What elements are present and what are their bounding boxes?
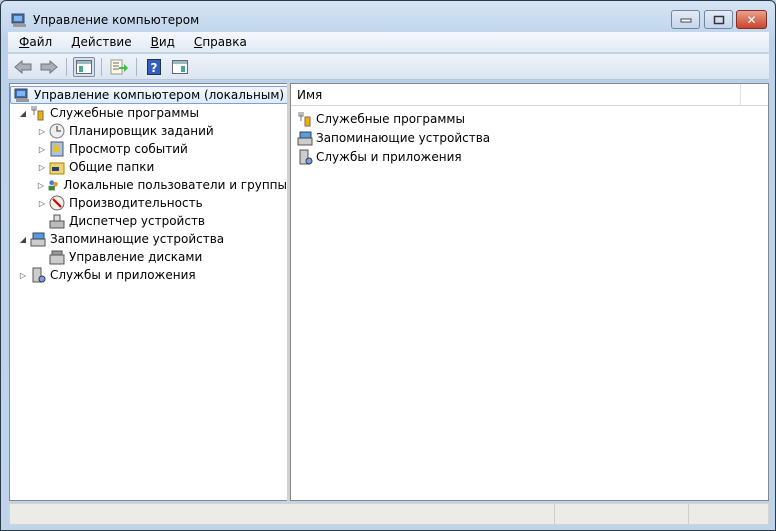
- tree-node[interactable]: ▷ Просмотр событий: [10, 140, 287, 158]
- title-bar: Управление компьютером: [11, 10, 199, 30]
- tree-node[interactable]: ◢ Запоминающие устройства: [10, 230, 287, 248]
- tree-node[interactable]: ▷ Службы и приложения: [10, 266, 287, 284]
- storage-icon: [297, 131, 313, 145]
- column-header-row: Имя: [291, 84, 768, 106]
- menu-view[interactable]: Вид: [151, 35, 175, 49]
- maximize-button[interactable]: [704, 10, 733, 29]
- column-header-name[interactable]: Имя: [291, 84, 741, 105]
- computer-management-icon: [11, 13, 26, 27]
- expand-arrow-icon[interactable]: ▷: [37, 199, 47, 208]
- status-section: [10, 504, 555, 524]
- tree-node-label: Общие папки: [69, 160, 155, 174]
- event-viewer-icon: [50, 141, 64, 157]
- tools-icon: [298, 111, 311, 126]
- show-hide-action-pane-button[interactable]: [169, 57, 191, 77]
- result-pane: Имя Служебные программы Запоминающие уст…: [290, 83, 769, 501]
- minimize-button[interactable]: [671, 10, 700, 29]
- back-button[interactable]: [12, 57, 34, 77]
- show-hide-console-tree-button[interactable]: [73, 56, 95, 77]
- tree-node[interactable]: ▷ Локальные пользователи и группы: [10, 176, 287, 194]
- list-item-label: Запоминающие устройства: [316, 130, 491, 145]
- toolbar-separator: [101, 57, 102, 76]
- services-icon: [299, 149, 313, 164]
- export-list-icon: [110, 59, 128, 74]
- services-icon: [32, 267, 46, 283]
- expand-arrow-icon[interactable]: ▷: [18, 271, 28, 280]
- help-button[interactable]: ?: [143, 57, 165, 77]
- toolbar: ?: [8, 54, 769, 80]
- expand-arrow-icon[interactable]: ▷: [37, 181, 45, 190]
- list-item-label: Служебные программы: [316, 111, 465, 126]
- clock-icon: [49, 123, 65, 139]
- toolbar-separator: [66, 57, 67, 76]
- menu-file[interactable]: Файл: [19, 35, 52, 49]
- tree-root-label: Управление компьютером (локальным): [34, 88, 285, 102]
- tree-node-label: Просмотр событий: [69, 142, 188, 156]
- tree-node[interactable]: ▷ Производительность: [10, 194, 287, 212]
- list-item[interactable]: Запоминающие устройства: [291, 128, 768, 147]
- list-item[interactable]: Службы и приложения: [291, 147, 768, 166]
- status-bar: [9, 503, 769, 525]
- performance-icon: [49, 195, 65, 211]
- status-section: [555, 504, 689, 524]
- tree-node-label: Службы и приложения: [50, 268, 196, 282]
- tree-node-label: Диспетчер устройств: [69, 214, 206, 228]
- list-item-label: Службы и приложения: [316, 149, 462, 164]
- tree-node-label: Управление дисками: [69, 250, 203, 264]
- users-icon: [48, 180, 58, 191]
- tree-node-label: Служебные программы: [50, 106, 199, 120]
- tree-node-label: Локальные пользователи и группы: [63, 178, 287, 192]
- forward-button[interactable]: [38, 57, 60, 77]
- svg-text:?: ?: [151, 61, 158, 75]
- tree-node[interactable]: ▷ Планировщик заданий: [10, 122, 287, 140]
- tree-node[interactable]: ▷ Общие папки: [10, 158, 287, 176]
- tree-node-label: Планировщик заданий: [69, 124, 214, 138]
- expand-arrow-icon[interactable]: ▷: [37, 163, 47, 172]
- menu-help[interactable]: Справка: [194, 35, 247, 49]
- help-icon: ?: [147, 58, 161, 75]
- window-title: Управление компьютером: [33, 13, 200, 27]
- window: Управление компьютером ✕ Файл Действие В…: [0, 0, 776, 531]
- collapse-arrow-icon[interactable]: ◢: [18, 235, 28, 244]
- tree-node[interactable]: Управление дисками: [10, 248, 287, 266]
- tree-node[interactable]: ◢ Служебные программы: [10, 104, 287, 122]
- toolbar-separator: [136, 57, 137, 76]
- console-tree-icon: [76, 59, 92, 74]
- back-arrow-icon: [14, 59, 32, 74]
- tree-node-label: Производительность: [69, 196, 203, 210]
- expand-arrow-icon[interactable]: ▷: [37, 145, 47, 154]
- menu-action[interactable]: Действие: [71, 35, 131, 49]
- console-tree: Управление компьютером (локальным) ◢ Слу…: [9, 83, 289, 501]
- computer-management-icon: [14, 88, 29, 102]
- menu-bar: Файл Действие Вид Справка: [8, 32, 769, 53]
- export-list-button[interactable]: [108, 57, 130, 77]
- storage-icon: [30, 232, 46, 247]
- list-item[interactable]: Служебные программы: [291, 109, 768, 128]
- expand-arrow-icon[interactable]: ▷: [37, 127, 47, 136]
- status-section: [689, 504, 768, 524]
- disk-management-icon: [49, 250, 65, 265]
- forward-arrow-icon: [40, 59, 58, 74]
- tree-node-label: Запоминающие устройства: [50, 232, 225, 246]
- close-button[interactable]: ✕: [736, 10, 767, 29]
- collapse-arrow-icon[interactable]: ◢: [18, 109, 28, 118]
- tools-icon: [31, 106, 44, 121]
- tree-root[interactable]: Управление компьютером (локальным): [10, 86, 289, 104]
- action-pane-icon: [172, 59, 188, 74]
- device-manager-icon: [49, 214, 65, 229]
- tree-node[interactable]: Диспетчер устройств: [10, 212, 287, 230]
- shared-folder-icon: [49, 162, 65, 175]
